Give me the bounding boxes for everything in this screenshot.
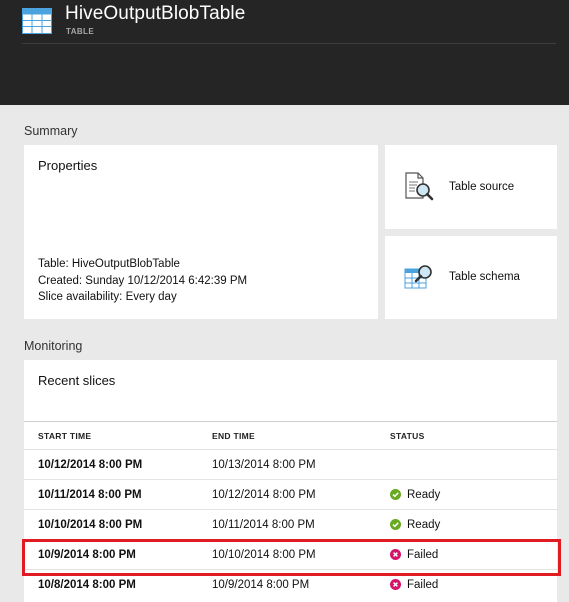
table-schema-label: Table schema: [449, 271, 520, 283]
table-schema-tile[interactable]: Table schema: [385, 236, 557, 319]
table-row[interactable]: 10/10/2014 8:00 PM 10/11/2014 8:00 PM Re…: [24, 509, 557, 540]
slice-status: Failed: [390, 579, 438, 591]
slice-status-label: Ready: [407, 489, 441, 501]
table-source-label: Table source: [449, 181, 515, 193]
header-divider: [22, 43, 556, 44]
slice-start-time: 10/11/2014 8:00 PM: [38, 489, 142, 501]
slice-end-time: 10/13/2014 8:00 PM: [212, 459, 316, 471]
property-slice-availability: Slice availability: Every day: [38, 291, 177, 303]
slice-status: Ready: [390, 489, 440, 501]
column-header-end-time[interactable]: END TIME: [212, 431, 255, 441]
failed-x-icon: [390, 579, 401, 590]
slice-start-time: 10/8/2014 8:00 PM: [38, 579, 136, 591]
table-source-tile[interactable]: Table source: [385, 145, 557, 229]
page-subtitle: TABLE: [66, 27, 95, 36]
page-title: HiveOutputBlobTable: [65, 3, 246, 24]
slice-start-time: 10/12/2014 8:00 PM: [38, 459, 143, 471]
slice-status-label: Ready: [407, 519, 441, 531]
column-header-start-time[interactable]: START TIME: [38, 431, 91, 441]
slice-status-label: Failed: [407, 579, 439, 591]
property-table-name: Table: HiveOutputBlobTable: [38, 258, 180, 270]
summary-section-label: Summary: [24, 124, 78, 138]
properties-details: Table: HiveOutputBlobTable Created: Sund…: [38, 256, 247, 306]
table-row[interactable]: 10/12/2014 8:00 PM 10/13/2014 8:00 PM: [24, 449, 557, 480]
slice-end-time: 10/12/2014 8:00 PM: [212, 489, 316, 501]
properties-title: Properties: [38, 158, 98, 173]
column-header-status[interactable]: STATUS: [390, 431, 425, 441]
monitoring-section-label: Monitoring: [24, 339, 83, 353]
ready-check-icon: [390, 519, 401, 530]
table-search-icon: [404, 265, 432, 289]
recent-slices-title: Recent slices: [38, 373, 116, 388]
property-created: Created: Sunday 10/12/2014 6:42:39 PM: [38, 274, 248, 287]
slice-end-time: 10/11/2014 8:00 PM: [212, 519, 315, 531]
slice-status: Ready: [390, 519, 440, 531]
table-header-divider: [24, 421, 557, 422]
slice-start-time: 10/10/2014 8:00 PM: [38, 519, 143, 531]
ready-check-icon: [390, 489, 401, 500]
properties-tile[interactable]: Properties Table: HiveOutputBlobTable Cr…: [24, 145, 378, 319]
table-icon: [22, 8, 52, 34]
blade-header: HiveOutputBlobTable TABLE: [0, 0, 569, 105]
table-row[interactable]: 10/11/2014 8:00 PM 10/12/2014 8:00 PM Re…: [24, 479, 557, 510]
document-search-icon: [405, 172, 434, 201]
failed-row-highlight: [22, 539, 561, 576]
slice-end-time: 10/9/2014 8:00 PM: [212, 579, 310, 591]
